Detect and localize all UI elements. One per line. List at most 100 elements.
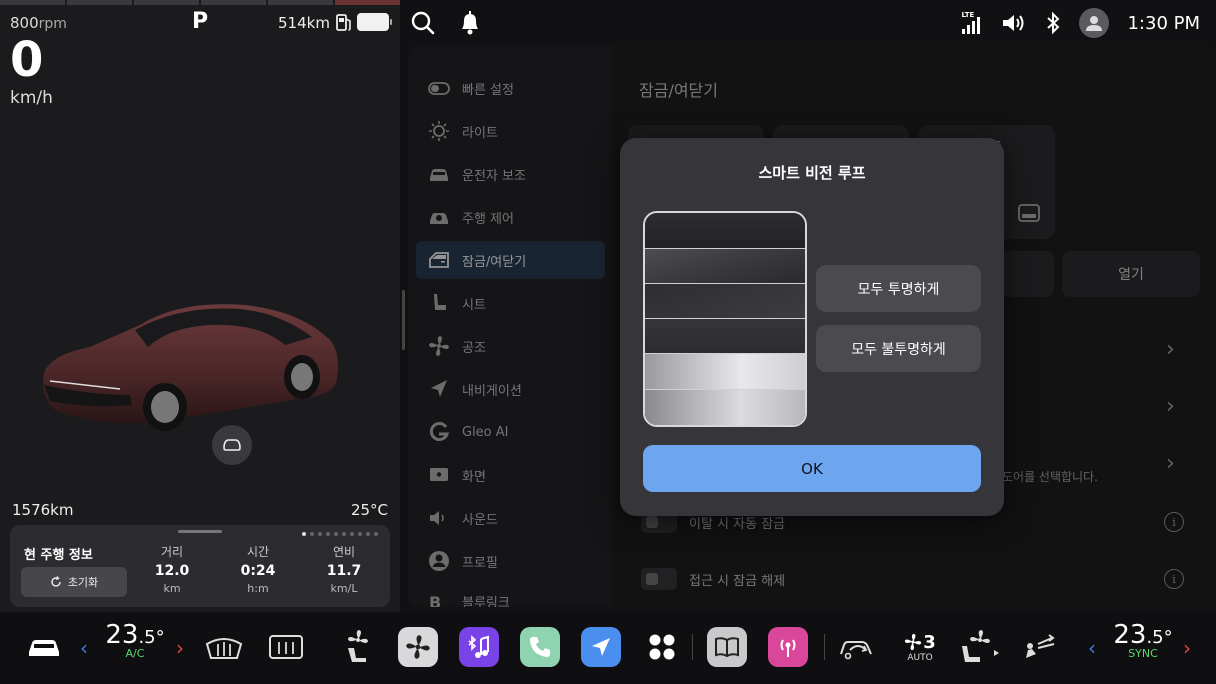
- ok-button[interactable]: OK: [643, 445, 981, 492]
- radio-app-tile: [768, 627, 808, 667]
- trip-info-card[interactable]: 현 주행 정보 초기화 거리 12.0 km 시간 0:24 h:m 연비 11…: [10, 525, 390, 607]
- front-defrost-icon: [205, 638, 243, 659]
- page-indicator: [302, 532, 378, 536]
- range-readout: 514km: [278, 14, 330, 32]
- vehicle-image: [43, 304, 338, 431]
- outside-temperature: 25°C: [350, 501, 388, 519]
- driver-temperature[interactable]: 23.5° A/C: [102, 620, 168, 660]
- phone-app[interactable]: [520, 625, 560, 669]
- temp-integer: 23: [1113, 620, 1147, 650]
- odometer: 1576km: [12, 501, 74, 519]
- phone-app-tile: [520, 627, 560, 667]
- refresh-icon: [51, 576, 61, 587]
- seat-fan-icon: [348, 630, 368, 662]
- temp-integer: 23: [105, 620, 139, 650]
- roof-segment-3[interactable]: [645, 284, 805, 319]
- rpm-unit: rpm: [38, 16, 67, 32]
- instrument-cluster: 800rpm P 514km 0 km/h 1576km 25°C 현 주행 정…: [0, 0, 400, 612]
- trip-title: 현 주행 정보: [24, 548, 93, 563]
- navigation-arrow-icon: [592, 638, 610, 656]
- search-icon[interactable]: [410, 10, 436, 36]
- fuel-level-bar: [357, 13, 392, 31]
- seat-fan-icon: [962, 630, 999, 662]
- lte-signal-icon: LTE: [961, 11, 983, 35]
- air-recirculation-button[interactable]: [838, 625, 878, 669]
- split-view-handle[interactable]: [402, 290, 405, 350]
- dialog-title: 스마트 비전 루프: [758, 164, 866, 182]
- volume-icon[interactable]: [1001, 12, 1027, 34]
- airflow-mode-button[interactable]: [1022, 625, 1058, 669]
- rear-defrost-button[interactable]: [266, 625, 306, 669]
- trip-metric-distance: 거리 12.0 km: [142, 543, 202, 595]
- airflow-icon: [1026, 634, 1055, 658]
- bluetooth-music-icon: [468, 635, 489, 658]
- roof-segment-2[interactable]: [645, 249, 805, 284]
- smart-vision-roof-dialog: 스마트 비전 루프 모두 투명하게 모두 불투명하게 OK: [620, 138, 1004, 516]
- radio-app[interactable]: [768, 625, 808, 669]
- bluetooth-icon[interactable]: [1045, 11, 1061, 35]
- roof-segment-5[interactable]: [645, 354, 805, 390]
- all-transparent-button[interactable]: 모두 투명하게: [816, 265, 981, 312]
- roof-panel-diagram[interactable]: [643, 211, 807, 427]
- rear-defrost-icon: [269, 635, 303, 659]
- fan-level-row: 3: [904, 632, 936, 653]
- all-opaque-button[interactable]: 모두 불투명하게: [816, 325, 981, 372]
- broadcast-icon: [780, 639, 796, 657]
- passenger-temp-value: 23.5°: [1113, 620, 1173, 650]
- bell-icon[interactable]: [458, 10, 482, 36]
- metric-label: 연비: [332, 545, 356, 559]
- trip-metric-efficiency: 연비 11.7 km/L: [314, 543, 374, 595]
- navigation-app-tile: [581, 627, 621, 667]
- car-icon: [29, 640, 59, 656]
- manual-app[interactable]: [707, 625, 747, 669]
- metric-unit: h:m: [247, 582, 269, 595]
- vehicle-view-button[interactable]: [212, 425, 252, 465]
- trip-metric-time: 시간 0:24 h:m: [228, 543, 288, 595]
- reset-label: 초기화: [67, 576, 99, 589]
- recirculation-icon: [840, 641, 872, 660]
- fan-speed-control[interactable]: 3 AUTO: [900, 625, 940, 669]
- fan-icon: [406, 635, 430, 659]
- metric-label: 거리: [160, 545, 184, 559]
- left-temp-up-button[interactable]: ›: [176, 636, 184, 660]
- left-temp-down-button[interactable]: ‹: [80, 636, 88, 660]
- fan-app-tile: [398, 627, 438, 667]
- right-temp-down-button[interactable]: ‹: [1088, 636, 1096, 660]
- seat-ventilation-button[interactable]: [334, 625, 374, 669]
- navigation-app[interactable]: [581, 625, 621, 669]
- driver-temp-value: 23.5°: [105, 620, 165, 650]
- book-icon: [715, 637, 739, 658]
- passenger-seat-ventilation-button[interactable]: [958, 625, 1002, 669]
- fan-level: 3: [923, 631, 936, 653]
- user-icon: [1086, 16, 1103, 31]
- profile-avatar[interactable]: [1079, 8, 1110, 38]
- metric-value: 11.7: [326, 563, 362, 579]
- reset-button[interactable]: 초기화: [21, 567, 127, 597]
- status-icons: LTE 1:30 PM: [961, 6, 1200, 40]
- temp-decimal: .5: [1146, 627, 1164, 648]
- card-handle[interactable]: [178, 530, 222, 533]
- gear-indicator: P: [192, 9, 209, 34]
- bluetooth-music-app[interactable]: [459, 625, 499, 669]
- clock: 1:30 PM: [1127, 12, 1200, 34]
- manual-app-tile: [707, 627, 747, 667]
- roof-segment-1[interactable]: [645, 213, 805, 249]
- metric-value: 0:24: [240, 563, 276, 579]
- metric-value: 12.0: [154, 563, 190, 579]
- metric-unit: km/L: [330, 582, 358, 595]
- car-outline-icon: [223, 439, 241, 451]
- fan-app[interactable]: [398, 625, 438, 669]
- dock-separator: [692, 634, 693, 660]
- vehicle-button[interactable]: [26, 625, 62, 669]
- dock-separator: [824, 634, 825, 660]
- right-temp-up-button[interactable]: ›: [1183, 636, 1191, 660]
- bluetooth-music-tile: [459, 627, 499, 667]
- roof-segment-6[interactable]: [645, 390, 805, 425]
- metric-unit: km: [163, 582, 181, 595]
- drive-mode-strip: [0, 0, 400, 5]
- front-defrost-button[interactable]: [204, 625, 244, 669]
- passenger-temperature[interactable]: 23.5° SYNC: [1110, 620, 1176, 660]
- roof-segment-4[interactable]: [645, 319, 805, 354]
- speed-readout: 0: [10, 32, 44, 88]
- all-apps-button[interactable]: [642, 625, 682, 669]
